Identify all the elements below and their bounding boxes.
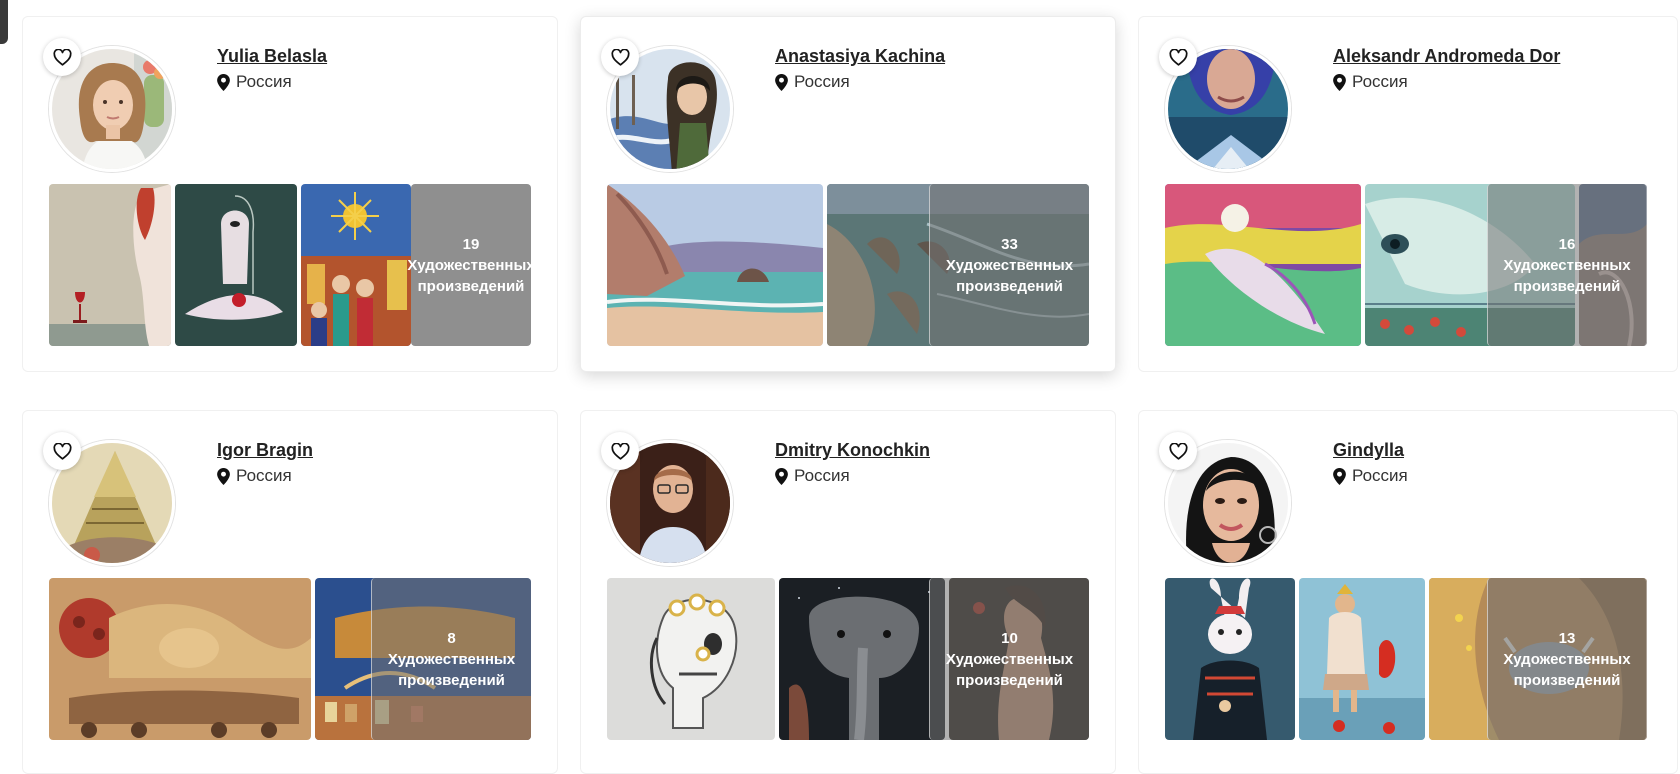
artwork-thumbnail[interactable] [1165,184,1361,346]
artist-country: Россия [1352,466,1408,485]
more-artworks-link[interactable]: 33 Художественных произведений [929,184,1089,346]
artist-location: Россия [775,72,850,92]
artworks-count: 13 [1558,629,1576,647]
artist-card: Dmitry Konochkin Россия 10 Художественны… [580,410,1116,774]
map-pin-icon [775,73,788,91]
artworks-caption-2: произведений [1513,277,1621,295]
artist-card: Anastasiya Kachina Россия 33 Художествен… [580,16,1116,372]
artwork-thumbnail[interactable] [49,578,311,740]
artworks-count: 8 [447,629,456,647]
artwork-gallery: 10 Художественных произведений [607,578,1089,740]
artworks-caption-2: произведений [417,277,525,295]
artworks-caption: Художественных [407,256,535,274]
heart-outline-icon [52,442,72,460]
map-pin-icon [217,73,230,91]
artworks-caption-2: произведений [1513,671,1621,689]
heart-outline-icon [610,48,630,66]
heart-outline-icon [610,442,630,460]
artist-location: Россия [1333,466,1408,486]
favorite-button[interactable] [43,432,81,470]
artwork-gallery: 16 Художественных произведений [1165,184,1647,346]
artwork-thumbnail[interactable] [175,184,297,346]
artworks-count: 19 [462,235,480,253]
artworks-caption: Художественных [1503,256,1631,274]
artwork-gallery: 19 Художественных произведений [49,184,535,346]
more-artworks-link[interactable]: 16 Художественных произведений [1487,184,1647,346]
artworks-count: 16 [1558,235,1576,253]
more-artworks-link[interactable]: 10 Художественных произведений [929,578,1089,740]
artist-country: Россия [794,72,850,91]
artwork-thumbnail[interactable] [49,184,171,346]
artist-location: Россия [775,466,850,486]
artist-country: Россия [794,466,850,485]
artist-country: Россия [236,72,292,91]
artist-name-link[interactable]: Igor Bragin [217,440,313,461]
heart-outline-icon [1168,48,1188,66]
map-pin-icon [1333,467,1346,485]
artist-country: Россия [236,466,292,485]
favorite-button[interactable] [601,432,639,470]
artwork-thumbnail[interactable] [779,578,945,740]
favorite-button[interactable] [1159,432,1197,470]
artworks-caption-2: произведений [956,671,1063,689]
artworks-caption: Художественных [387,650,516,668]
heart-outline-icon [1168,442,1188,460]
artist-location: Россия [1333,72,1408,92]
more-artworks-link[interactable]: 13 Художественных произведений [1487,578,1647,740]
artwork-thumbnail[interactable] [301,184,411,346]
artist-name-link[interactable]: Aleksandr Andromeda Dor [1333,46,1560,67]
artist-name-link[interactable]: Anastasiya Kachina [775,46,945,67]
artist-card: Yulia Belasla Россия 19 Художественных п… [22,16,558,372]
artwork-gallery: 8 Художественных произведений [49,578,531,740]
artworks-count: 33 [1001,235,1018,253]
favorite-button[interactable] [601,38,639,76]
artworks-caption: Художественных [945,650,1074,668]
artworks-count: 10 [1001,629,1018,647]
map-pin-icon [217,467,230,485]
artist-card: Aleksandr Andromeda Dor Россия 16 Художе… [1138,16,1678,372]
more-artworks-link[interactable]: 19 Художественных произведений [407,184,535,346]
artist-card: Igor Bragin Россия 8 Художественных прои… [22,410,558,774]
artworks-caption-2: произведений [398,671,505,689]
artwork-thumbnail[interactable] [607,578,775,740]
map-pin-icon [1333,73,1346,91]
artworks-caption: Художественных [1503,650,1631,668]
heart-outline-icon [52,48,72,66]
favorite-button[interactable] [43,38,81,76]
artist-name-link[interactable]: Dmitry Konochkin [775,440,930,461]
artwork-thumbnail[interactable] [607,184,823,346]
left-edge-tab [0,0,8,44]
artwork-gallery: 33 Художественных произведений [607,184,1089,346]
more-artworks-link[interactable]: 8 Художественных произведений [371,578,531,740]
map-pin-icon [775,467,788,485]
artist-name-link[interactable]: Yulia Belasla [217,46,327,67]
artist-location: Россия [217,72,292,92]
artist-country: Россия [1352,72,1408,91]
artwork-thumbnail[interactable] [1299,578,1425,740]
favorite-button[interactable] [1159,38,1197,76]
artist-name-link[interactable]: Gindylla [1333,440,1404,461]
artist-location: Россия [217,466,292,486]
artworks-caption: Художественных [945,256,1074,274]
artwork-thumbnail[interactable] [1165,578,1295,740]
artworks-caption-2: произведений [956,277,1063,295]
artist-card: Gindylla Россия 13 Художественных произв… [1138,410,1678,774]
artwork-gallery: 13 Художественных произведений [1165,578,1647,740]
